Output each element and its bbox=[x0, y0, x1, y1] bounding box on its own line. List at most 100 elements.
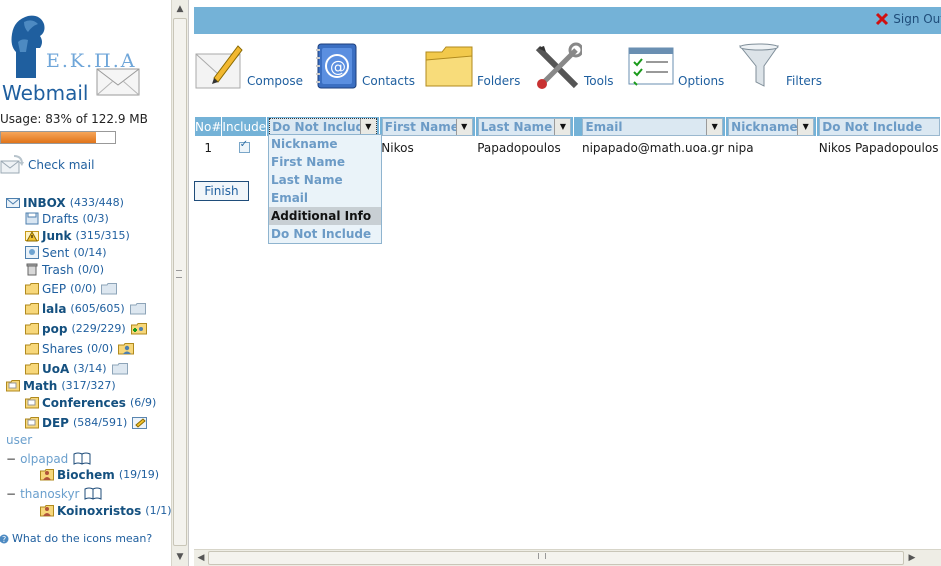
compose-label: Compose bbox=[247, 74, 304, 88]
tools-icon bbox=[535, 42, 582, 89]
field-select[interactable]: First Name ▼ bbox=[381, 117, 473, 136]
dropdown-option-highlighted[interactable]: Additional Info bbox=[269, 207, 381, 225]
folder-count: (19/19) bbox=[118, 468, 160, 481]
chevron-down-icon[interactable]: ▼ bbox=[797, 118, 814, 135]
svg-text:?: ? bbox=[2, 535, 6, 544]
main-horizontal-scrollbar[interactable]: ◀ ▶ bbox=[194, 549, 941, 566]
folder-count: (433/448) bbox=[69, 196, 124, 209]
field-select[interactable]: Do Not Include bbox=[819, 117, 940, 136]
chevron-down-icon[interactable]: ▼ bbox=[706, 118, 723, 135]
filters-icon bbox=[738, 43, 779, 87]
check-mail-label: Check mail bbox=[28, 158, 95, 172]
folder-sent[interactable]: Sent (0/14) bbox=[25, 244, 107, 261]
tree-collapse-toggle[interactable]: − bbox=[6, 487, 16, 501]
column-map-select: Email ▼ bbox=[573, 116, 727, 137]
column-map-select: First Name ▼ bbox=[378, 116, 476, 137]
field-select[interactable]: Do Not Include ▼ bbox=[269, 117, 377, 136]
folder-inbox[interactable]: INBOX (433/448) bbox=[6, 194, 124, 211]
scrollbar-grip-icon bbox=[538, 553, 546, 559]
app-name: Webmail bbox=[2, 81, 89, 105]
field-select[interactable]: Email ▼ bbox=[582, 117, 724, 136]
folder-pop[interactable]: pop (229/229) bbox=[25, 320, 147, 337]
scroll-right-icon[interactable]: ▶ bbox=[906, 552, 918, 564]
folder-count: (1/1) bbox=[145, 504, 171, 517]
field-select[interactable]: Nickname ▼ bbox=[728, 117, 815, 136]
folder-pane-scrollbar[interactable]: ▲ ▼ bbox=[171, 0, 188, 566]
sign-out-link[interactable]: Sign Out bbox=[875, 12, 941, 26]
tree-collapse-toggle[interactable]: − bbox=[6, 452, 16, 466]
usage-text: Usage: 83% of 122.9 MB bbox=[0, 112, 148, 126]
folder-junk[interactable]: Junk (315/315) bbox=[25, 227, 130, 244]
folder-biochem[interactable]: Biochem (19/19) bbox=[40, 466, 159, 483]
envelope-logo-icon bbox=[96, 68, 140, 96]
table-cell: nipapado@math.uoa.gr bbox=[581, 140, 724, 155]
tools-button[interactable]: Tools bbox=[532, 36, 614, 92]
folder-count: (3/14) bbox=[73, 362, 107, 375]
folder-math[interactable]: Math (317/327) bbox=[6, 377, 116, 394]
pane-divider[interactable] bbox=[188, 0, 193, 566]
table-cell: Nikos Papadopoulos bbox=[818, 140, 939, 155]
folder-lala[interactable]: lala (605/605) bbox=[25, 300, 146, 317]
scrollbar-grip-icon bbox=[176, 270, 182, 278]
check-mail-link[interactable]: Check mail bbox=[0, 154, 94, 176]
folder-conferences[interactable]: Conferences (6/9) bbox=[25, 394, 156, 411]
folders-button[interactable]: Folders bbox=[424, 36, 520, 92]
open-folder-icon bbox=[6, 380, 20, 392]
scrollbar-thumb[interactable] bbox=[173, 18, 187, 546]
scroll-up-icon[interactable]: ▲ bbox=[174, 2, 186, 16]
logo: Ε.Κ.Π.Α Webmail bbox=[0, 12, 170, 105]
folder-drafts[interactable]: Drafts (0/3) bbox=[25, 210, 109, 227]
folder-icon bbox=[25, 283, 39, 295]
chevron-down-icon[interactable]: ▼ bbox=[554, 118, 571, 135]
address-book-icon bbox=[73, 452, 91, 465]
folder-count: (317/327) bbox=[61, 379, 116, 392]
sent-icon bbox=[25, 246, 39, 259]
column-map-select: Nickname ▼ bbox=[725, 116, 818, 137]
group-thanoskyr[interactable]: − thanoskyr bbox=[6, 485, 102, 502]
folder-shares[interactable]: Shares (0/0) bbox=[25, 340, 135, 357]
field-select[interactable]: Last Name ▼ bbox=[477, 117, 572, 136]
finish-button[interactable]: Finish bbox=[194, 181, 249, 201]
usage-bar-fill bbox=[1, 132, 96, 143]
column-header-label: Include bbox=[222, 119, 267, 134]
icons-help-link[interactable]: ? What do the icons mean? bbox=[0, 532, 152, 545]
dropdown-option[interactable]: Nickname bbox=[269, 135, 381, 153]
table-cell: nipa bbox=[727, 140, 754, 155]
folder-koinoxristos[interactable]: Koinoxristos (1/1) bbox=[40, 502, 171, 519]
tools-label: Tools bbox=[584, 74, 614, 88]
group-user: user bbox=[6, 433, 33, 447]
contacts-label: Contacts bbox=[362, 74, 415, 88]
group-olpapad[interactable]: − olpapad bbox=[6, 450, 91, 467]
folder-label: Junk bbox=[42, 228, 72, 243]
options-button[interactable]: Options bbox=[626, 36, 724, 92]
dropdown-option[interactable]: Last Name bbox=[269, 171, 381, 189]
chevron-down-icon[interactable]: ▼ bbox=[455, 118, 472, 135]
folder-icon bbox=[25, 343, 39, 355]
folder-gep[interactable]: GEP (0/0) bbox=[25, 280, 118, 297]
dropdown-option[interactable]: First Name bbox=[269, 153, 381, 171]
folder-icon bbox=[25, 323, 39, 335]
field-select-value: Do Not Include bbox=[822, 119, 923, 134]
folder-trash[interactable]: Trash (0/0) bbox=[25, 261, 104, 278]
table-cell: Nikos bbox=[381, 140, 414, 155]
filters-button[interactable]: Filters bbox=[736, 36, 822, 92]
dropdown-option[interactable]: Do Not Include bbox=[269, 225, 381, 243]
chevron-down-icon[interactable]: ▼ bbox=[359, 118, 376, 135]
check-mail-icon bbox=[0, 155, 24, 174]
folders-label: Folders bbox=[477, 74, 521, 88]
field-select-dropdown: Nickname First Name Last Name Email Addi… bbox=[268, 134, 382, 244]
dropdown-option[interactable]: Email bbox=[269, 189, 381, 207]
folder-uoa[interactable]: UoA (3/14) bbox=[25, 360, 128, 377]
folder-dep[interactable]: DEP (584/591) bbox=[25, 414, 148, 431]
compose-button[interactable]: Compose bbox=[194, 36, 303, 92]
shared-folder-icon bbox=[101, 283, 118, 295]
field-select-value: Email bbox=[585, 119, 623, 134]
column-header-no: No# bbox=[194, 116, 223, 137]
scrollbar-thumb[interactable] bbox=[208, 551, 904, 565]
folder-count: (6/9) bbox=[129, 396, 157, 409]
include-checkbox[interactable] bbox=[238, 139, 250, 154]
contacts-button[interactable]: @ Contacts bbox=[312, 36, 415, 92]
contacts-icon: @ bbox=[316, 43, 357, 89]
scroll-left-icon[interactable]: ◀ bbox=[195, 552, 207, 564]
scroll-down-icon[interactable]: ▼ bbox=[174, 550, 186, 564]
